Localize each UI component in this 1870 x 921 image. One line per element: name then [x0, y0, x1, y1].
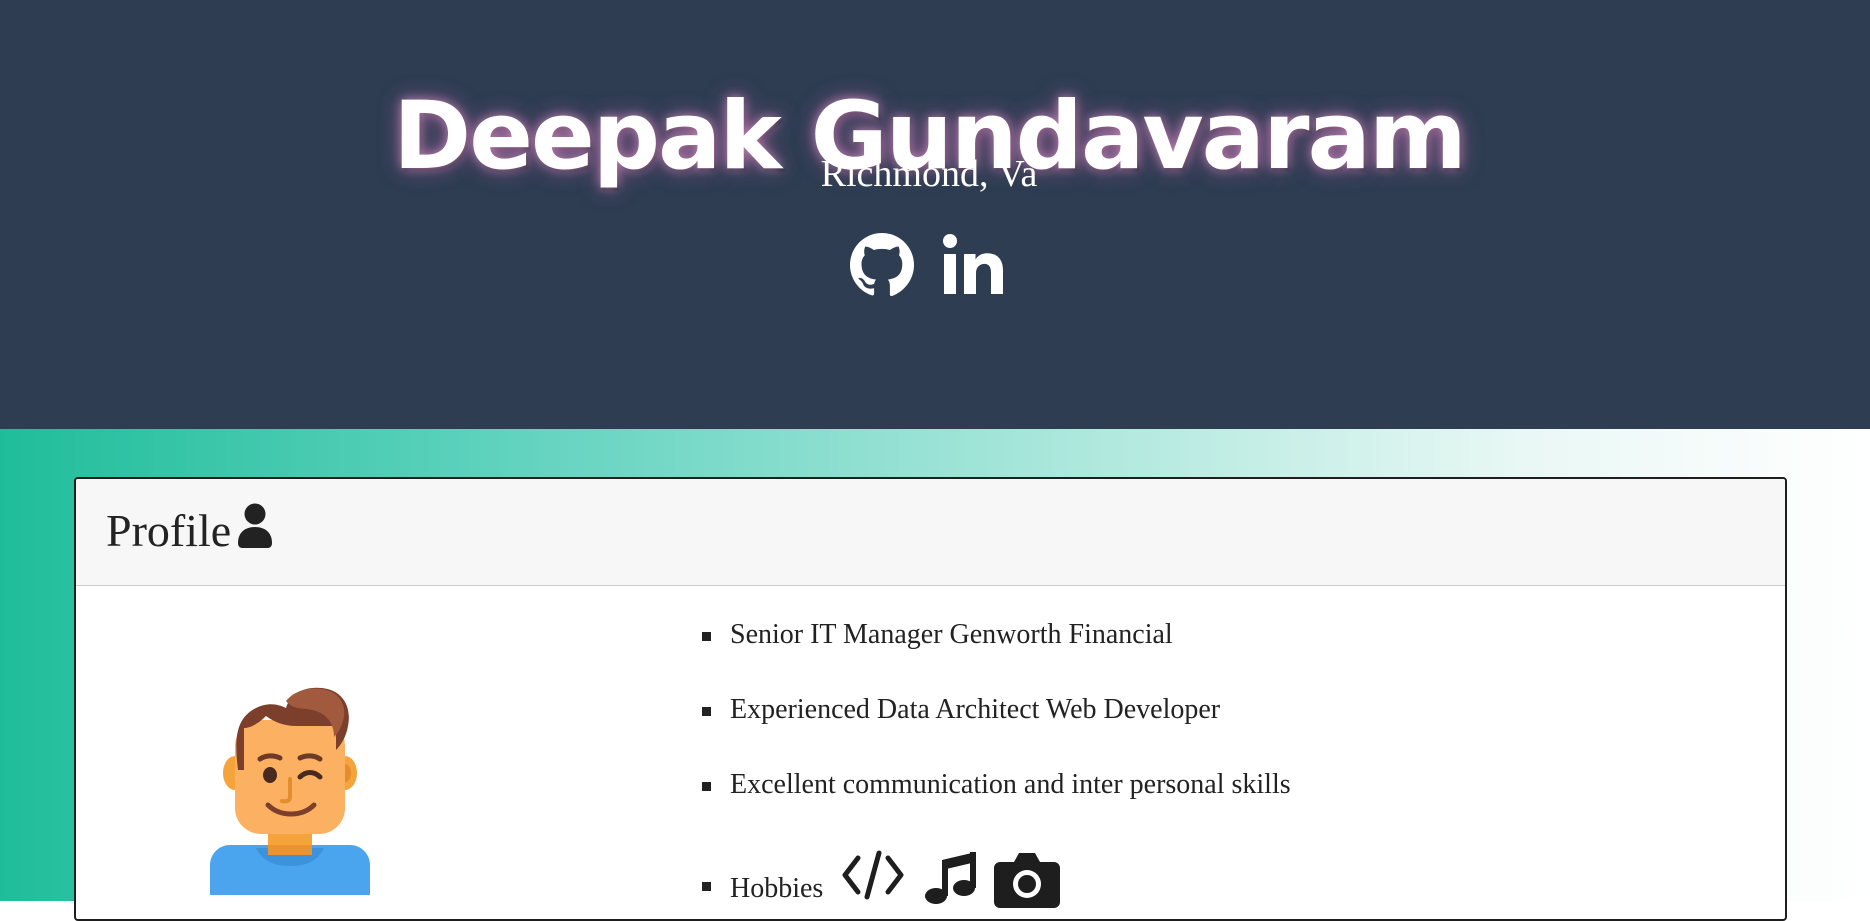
- hobbies-item: Hobbies: [702, 840, 1702, 915]
- bullet-icon: [702, 882, 711, 891]
- github-icon: [850, 233, 914, 297]
- fact-text: Experienced Data Architect Web Developer: [730, 694, 1221, 725]
- profile-card: Profile Senior IT Manager Genworth Finan…: [74, 477, 1787, 921]
- location-text: Richmond, Va: [820, 153, 1038, 195]
- music-note-icon: [925, 852, 976, 904]
- avatar-winking-man-icon: [210, 687, 370, 895]
- linkedin-icon: [943, 234, 1003, 294]
- camera-icon: [994, 853, 1060, 908]
- social-links: [849, 232, 1009, 304]
- bullet-icon: [702, 782, 711, 791]
- hobbies-label: Hobbies: [730, 873, 824, 904]
- profile-facts-list: Senior IT Manager Genworth Financial Exp…: [702, 615, 1702, 915]
- list-item: Senior IT Manager Genworth Financial: [702, 615, 1702, 690]
- code-icon: [842, 850, 904, 900]
- fact-text: Senior IT Manager Genworth Financial: [730, 619, 1173, 650]
- profile-card-header: Profile: [76, 479, 1785, 586]
- github-link[interactable]: [849, 232, 915, 298]
- hero-header: Deepak Gundavaram Richmond, Va: [0, 0, 1870, 429]
- fact-text: Excellent communication and inter person…: [730, 769, 1291, 800]
- profile-title: Profile: [106, 505, 232, 556]
- list-item: Experienced Data Architect Web Developer: [702, 690, 1702, 765]
- list-item: Excellent communication and inter person…: [702, 765, 1702, 840]
- linkedin-link[interactable]: [943, 232, 1005, 298]
- user-icon: [238, 503, 272, 548]
- bullet-icon: [702, 707, 711, 716]
- bullet-icon: [702, 632, 711, 641]
